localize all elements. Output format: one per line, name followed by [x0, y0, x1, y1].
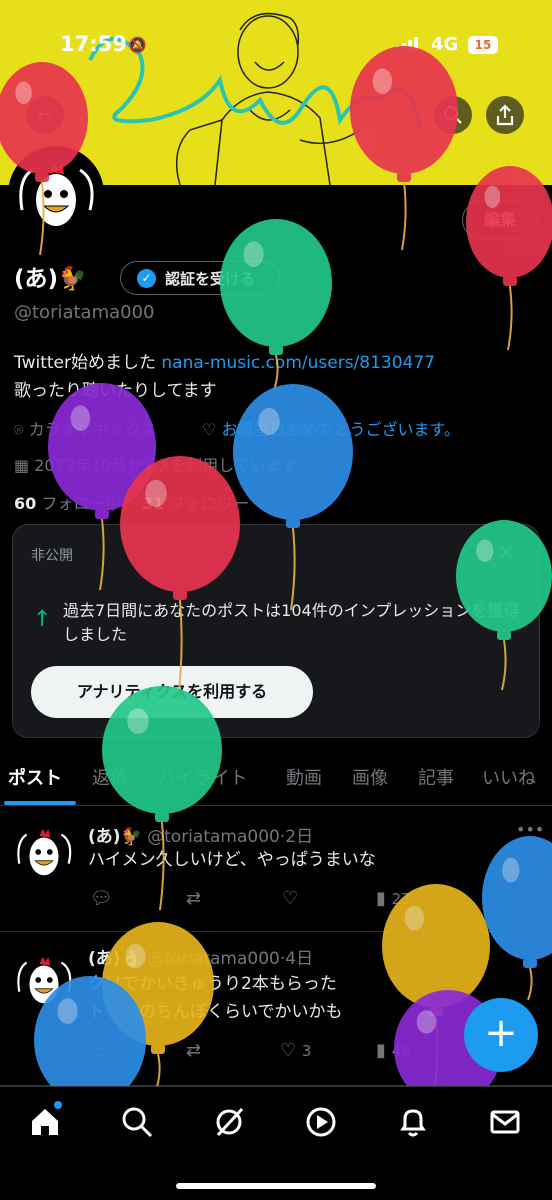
like-count: 3 — [301, 1042, 312, 1060]
following-link[interactable]: 60 フォロー中 — [14, 494, 121, 513]
post-text: ハイメン久しいけど、やっぱうまいな — [88, 850, 376, 870]
home-indicator — [176, 1183, 376, 1189]
impressions-message: 過去7日間にあなたのポストは104件のインプレッションを獲得しました — [63, 601, 520, 644]
verified-badge-icon: ✓ — [137, 269, 156, 288]
edit-profile-button[interactable]: 編集 — [462, 201, 538, 239]
private-label: 非公開 — [31, 548, 73, 564]
post-text-line-1: クソでかいきゅうり2本もらった — [88, 974, 337, 994]
get-verified-button[interactable]: ✓ 認証を受ける — [120, 261, 280, 295]
signal-icon — [396, 36, 418, 52]
follow-stats: 60 フォロー中 31 フォロワー — [14, 490, 249, 514]
network-type: 4G — [431, 34, 459, 55]
like-icon: ♡ — [280, 1040, 297, 1061]
back-arrow-icon[interactable]: ← — [26, 96, 64, 134]
views-count: 27 — [391, 890, 411, 908]
arrow-up-icon: ↑ — [33, 607, 52, 632]
joined-row: ▦ 2022年10月からXを利用しています — [14, 452, 298, 476]
post-handle: @toriatama000 — [147, 949, 280, 969]
mute-bell-icon: 🔕 — [128, 36, 147, 54]
birthday-row: ♡ お誕生日おめでとうございます。 — [202, 416, 460, 440]
post-avatar[interactable] — [12, 948, 76, 1012]
profile-tabs: ポスト 返信 ハイライト 動画 画像 記事 いいね — [0, 758, 552, 806]
repost-icon[interactable]: ⇄ — [186, 1040, 201, 1061]
bio-link[interactable]: nana-music.com/users/8130477 — [161, 353, 435, 373]
tab-replies[interactable]: 返信 — [92, 764, 128, 790]
post-time: 2日 — [285, 827, 314, 847]
grok-icon[interactable] — [212, 1105, 246, 1139]
views-stat[interactable]: ▮ 27 — [376, 888, 411, 909]
like-stat[interactable]: ♡ 3 — [280, 1040, 311, 1061]
tab-videos[interactable]: 動画 — [286, 764, 322, 790]
tab-highlights[interactable]: ハイライト — [158, 764, 248, 790]
profile-avatar[interactable] — [8, 146, 104, 242]
like-icon[interactable]: ♡ — [282, 888, 298, 909]
location-row: ⌾ カラオケボックス — [14, 416, 156, 440]
post-item[interactable]: (あ)👌 @toriatama000·4日 クソでかいきゅうり2本もらった トモ… — [0, 932, 552, 1086]
messages-envelope-icon[interactable] — [488, 1105, 522, 1139]
post-header: (あ)🐓 @toriatama000·2日 — [88, 827, 314, 847]
analytics-button[interactable]: アナリティクスを利用する — [31, 666, 313, 718]
reply-icon[interactable]: 💬︎ — [90, 888, 113, 909]
post-header: (あ)👌 @toriatama000·4日 — [88, 949, 314, 969]
home-notification-dot — [54, 1101, 62, 1109]
post-item[interactable]: (あ)🐓 @toriatama000·2日 ••• ハイメン久しいけど、やっぱう… — [0, 806, 552, 932]
joined-text: 2022年10月からXを利用しています — [34, 456, 298, 475]
analytics-card: 非公開 ✕ ↑ 過去7日間にあなたのポストは104件のインプレッションを獲得しま… — [12, 524, 540, 738]
post-text-line-2: トモエのちんぽくらいでかいかも — [88, 1002, 343, 1022]
post-author: (あ)👌 — [88, 949, 142, 969]
profile-handle: @toriatama000 — [14, 302, 155, 323]
more-icon[interactable]: ••• — [516, 820, 544, 839]
bio-line-1: Twitter始めました nana-music.com/users/813047… — [14, 348, 435, 373]
notifications-bell-icon[interactable] — [396, 1105, 430, 1139]
views-count: 48 — [391, 1042, 411, 1060]
share-icon[interactable] — [486, 96, 524, 134]
display-name: (あ)🐓 — [14, 266, 87, 292]
battery-icon: 15 — [468, 36, 498, 54]
reply-icon[interactable]: 💬︎ — [90, 1040, 113, 1061]
tab-posts[interactable]: ポスト — [8, 764, 62, 790]
home-icon[interactable] — [28, 1105, 62, 1139]
birthday-text[interactable]: お誕生日おめでとうございます。 — [221, 420, 459, 439]
status-bar: 17:59 🔕 4G 15 — [0, 30, 552, 62]
tab-images[interactable]: 画像 — [352, 764, 388, 790]
verify-label: 認証を受ける — [165, 270, 256, 288]
repost-icon[interactable]: ⇄ — [186, 888, 201, 909]
balloon — [466, 166, 552, 351]
tab-likes[interactable]: いいね — [482, 764, 536, 790]
views-stat[interactable]: ▮ 48 — [376, 1040, 411, 1061]
tab-articles[interactable]: 記事 — [418, 764, 454, 790]
compose-post-button[interactable]: + — [464, 998, 538, 1072]
bio-text: Twitter始めました — [14, 353, 162, 373]
search-icon[interactable] — [434, 96, 472, 134]
status-time: 17:59 — [60, 32, 127, 56]
location-text: カラオケボックス — [28, 420, 157, 439]
location-pin-icon: ⌾ — [14, 420, 24, 439]
post-author: (あ)🐓 — [88, 827, 142, 847]
search-icon[interactable] — [120, 1105, 154, 1139]
post-time: 4日 — [285, 949, 314, 969]
bio-line-2: 歌ったり聴いたりしてます — [14, 381, 217, 401]
calendar-icon: ▦ — [14, 456, 30, 475]
followers-link[interactable]: 31 フォロワー — [142, 494, 249, 513]
close-icon[interactable]: ✕ — [497, 541, 515, 566]
bottom-navigation — [0, 1086, 552, 1200]
post-handle: @toriatama000 — [147, 827, 280, 847]
video-play-icon[interactable] — [304, 1105, 338, 1139]
views-icon: ▮ — [376, 888, 386, 909]
balloon-icon: ♡ — [202, 420, 217, 439]
post-avatar[interactable] — [12, 820, 76, 884]
views-icon: ▮ — [376, 1040, 386, 1061]
active-tab-indicator — [4, 801, 76, 805]
